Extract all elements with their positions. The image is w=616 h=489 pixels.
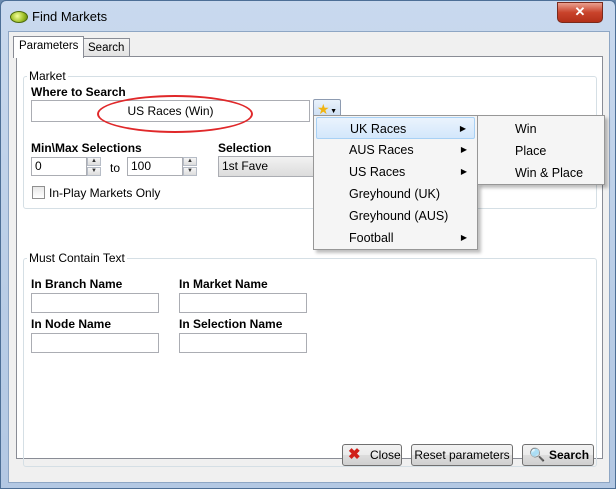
spin-up-icon[interactable]: ▲ xyxy=(183,157,197,166)
minmax-selections-label: Min\Max Selections xyxy=(31,141,142,155)
branch-name-input[interactable] xyxy=(31,293,159,313)
spin-down-icon[interactable]: ▼ xyxy=(87,167,101,176)
market-group-label: Market xyxy=(27,69,68,83)
close-button[interactable]: ✖ Close xyxy=(342,444,402,466)
submenu-item-win-and-place[interactable]: Win & Place xyxy=(480,162,600,184)
node-name-label: In Node Name xyxy=(31,317,112,331)
app-icon xyxy=(10,11,28,23)
dialog-client-area: Parameters Search Market Where to Search… xyxy=(8,31,610,483)
menu-item-label: Greyhound (AUS) xyxy=(349,209,449,223)
menu-item-label: UK Races xyxy=(350,122,407,136)
selection-label: Selection xyxy=(218,141,272,155)
submenu-item-win[interactable]: Win xyxy=(480,118,600,140)
submenu-item-label: Win xyxy=(515,122,537,136)
max-selections-spinner[interactable]: ▲ ▼ xyxy=(183,157,197,176)
selection-name-label: In Selection Name xyxy=(179,317,283,331)
highlight-oval xyxy=(97,95,253,133)
submenu-arrow-icon: ▶ xyxy=(459,124,466,133)
inplay-checkbox[interactable] xyxy=(32,186,45,199)
menu-item-us-races[interactable]: US Races ▶ xyxy=(316,161,475,183)
menu-item-greyhound-uk[interactable]: Greyhound (UK) xyxy=(316,183,475,205)
window-close-button[interactable]: ✕ xyxy=(557,2,603,23)
menu-item-label: Football xyxy=(349,231,394,245)
menu-item-uk-races[interactable]: UK Races ▶ xyxy=(316,117,475,139)
submenu-item-label: Win & Place xyxy=(515,166,584,180)
to-label: to xyxy=(110,161,121,175)
selection-dropdown[interactable]: 1st Fave xyxy=(218,156,318,177)
tab-parameters[interactable]: Parameters xyxy=(13,36,85,58)
submenu-item-label: Place xyxy=(515,144,547,158)
window-title: Find Markets xyxy=(32,9,108,24)
menu-item-greyhound-aus[interactable]: Greyhound (AUS) xyxy=(316,205,475,227)
title-bar[interactable]: Find Markets ✕ xyxy=(1,1,615,31)
inplay-label: In-Play Markets Only xyxy=(49,186,161,200)
must-contain-group-label: Must Contain Text xyxy=(27,251,127,265)
submenu-arrow-icon: ▶ xyxy=(460,167,467,176)
reset-parameters-button[interactable]: Reset parameters xyxy=(411,444,513,466)
search-button-label: Search xyxy=(549,448,590,462)
min-selections-spinner[interactable]: ▲ ▼ xyxy=(87,157,101,176)
menu-item-football[interactable]: Football ▶ xyxy=(316,227,475,249)
favorites-menu: UK Races ▶ AUS Races ▶ US Races ▶ Greyho… xyxy=(313,115,478,250)
market-name-label: In Market Name xyxy=(179,277,268,291)
where-to-search-label: Where to Search xyxy=(31,85,126,99)
submenu-arrow-icon: ▶ xyxy=(460,145,467,154)
tab-search[interactable]: Search xyxy=(82,38,131,57)
submenu-item-place[interactable]: Place xyxy=(480,140,600,162)
magnifier-icon: 🔍 xyxy=(529,447,546,462)
selection-name-input[interactable] xyxy=(179,333,307,353)
menu-item-label: Greyhound (UK) xyxy=(349,187,441,201)
menu-item-label: AUS Races xyxy=(349,143,414,157)
search-button[interactable]: 🔍 Search xyxy=(522,444,594,466)
spin-up-icon[interactable]: ▲ xyxy=(87,157,101,166)
close-button-label: Close xyxy=(370,448,401,462)
node-name-input[interactable] xyxy=(31,333,159,353)
market-name-input[interactable] xyxy=(179,293,307,313)
menu-item-aus-races[interactable]: AUS Races ▶ xyxy=(316,139,475,161)
red-x-icon: ✖ xyxy=(348,446,361,463)
menu-item-label: US Races xyxy=(349,165,406,179)
min-selections-input[interactable]: 0 xyxy=(31,157,87,176)
find-markets-window: Find Markets ✕ Parameters Search Market … xyxy=(0,0,616,489)
spin-down-icon[interactable]: ▼ xyxy=(183,167,197,176)
max-selections-input[interactable]: 100 xyxy=(127,157,183,176)
uk-races-submenu: Win Place Win & Place xyxy=(477,115,605,185)
submenu-arrow-icon: ▶ xyxy=(460,233,467,242)
branch-name-label: In Branch Name xyxy=(31,277,123,291)
